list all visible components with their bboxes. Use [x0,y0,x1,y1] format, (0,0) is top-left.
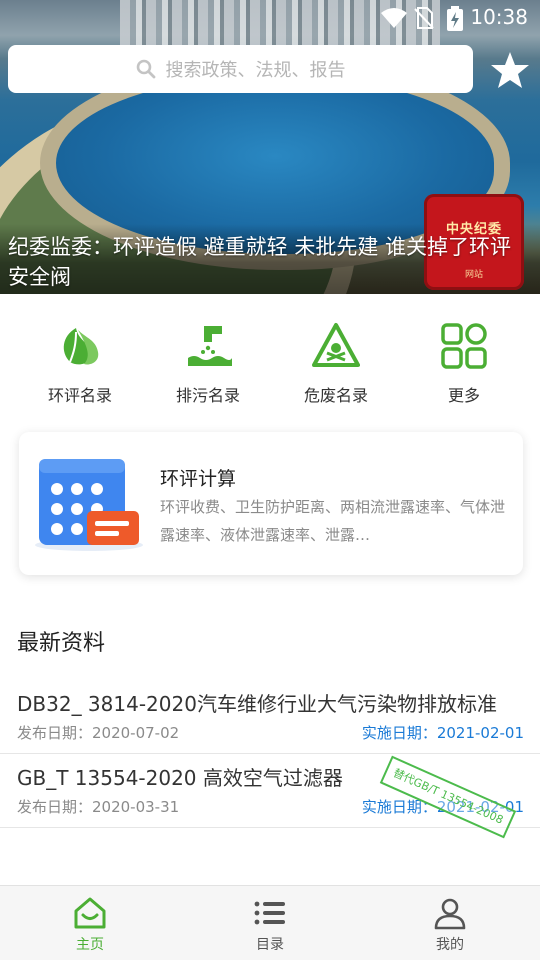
category-discharge-directory[interactable]: 排污名录 [144,312,272,412]
list-item[interactable]: DB32_ 3814-2020汽车维修行业大气污染物排放标准 发布日期：2020… [0,680,540,754]
no-sim-icon [414,7,434,29]
tab-profile[interactable]: 我的 [360,886,540,960]
implement-date: 实施日期：2021-02-01 [361,724,524,742]
calc-card-description: 环评收费、卫生防护距离、两相流泄露速率、气体泄露速率、液体泄露速率、泄露… [160,498,505,544]
wifi-icon [381,8,407,28]
category-eia-directory[interactable]: 环评名录 [16,312,144,412]
category-label: 危废名录 [303,386,368,405]
hazard-icon [312,323,360,367]
calc-card-title: 环评计算 [160,468,237,490]
tab-catalog[interactable]: 目录 [180,886,360,960]
publish-date: 发布日期：2020-07-02 [17,724,180,742]
tab-home[interactable]: 主页 [0,886,180,960]
list-icon [254,901,285,925]
latest-list: DB32_ 3814-2020汽车维修行业大气污染物排放标准 发布日期：2020… [0,680,540,839]
leaf-icon [63,328,99,365]
banner-title[interactable]: 纪委监委：环评造假 避重就轻 未批先建 谁关掉了环评安全阀 [8,232,528,292]
calculator-icon [35,459,143,551]
home-icon [74,897,106,929]
bottom-nav: 主页 目录 我的 [0,885,540,960]
discharge-pipe-icon [188,326,232,366]
category-label: 环评名录 [47,386,112,405]
tab-label: 主页 [76,937,104,953]
battery-charging-icon [447,6,463,31]
list-item[interactable]: GB_T 13554-2020 高效空气过滤器 发布日期：2020-03-31 … [0,754,540,839]
item-meta: 发布日期：2020-07-02 实施日期：2021-02-01 [17,722,524,743]
status-bar: 10:38 [0,0,540,36]
category-label: 更多 [447,386,480,405]
search-placeholder: 搜索政策、法规、报告 [165,60,346,81]
latest-section-title: 最新资料 [17,631,106,656]
item-title: DB32_ 3814-2020汽车维修行业大气污染物排放标准 [17,692,497,716]
grid-icon [441,323,487,369]
tab-label: 目录 [256,937,284,953]
publish-date: 发布日期：2020-03-31 [17,798,180,816]
star-icon[interactable] [490,50,530,90]
category-more[interactable]: 更多 [400,312,528,412]
category-row: 环评名录 排污名录 危废名录 更多 [0,312,540,412]
eia-calc-card[interactable]: 环评计算 环评收费、卫生防护距离、两相流泄露速率、气体泄露速率、液体泄露速率、泄… [19,432,523,575]
profile-icon [434,898,466,930]
category-label: 排污名录 [175,386,240,405]
search-icon [136,59,155,79]
tab-label: 我的 [436,937,464,953]
search-input[interactable]: 搜索政策、法规、报告 [8,45,473,93]
category-hazardous-waste-directory[interactable]: 危废名录 [272,312,400,412]
status-time: 10:38 [470,5,528,29]
